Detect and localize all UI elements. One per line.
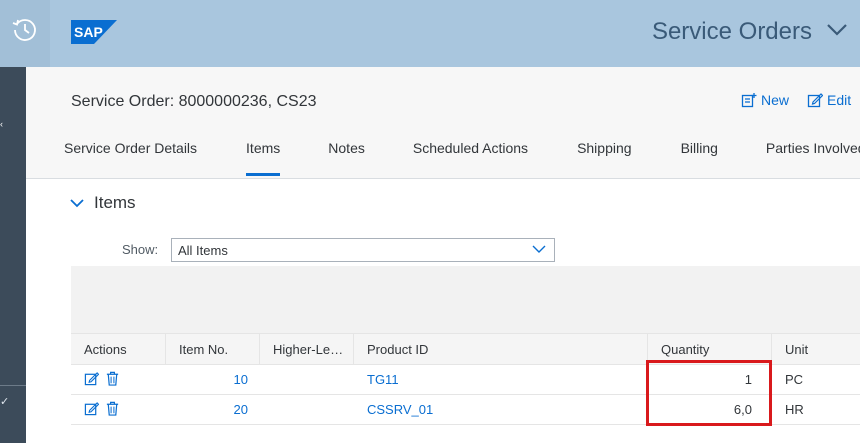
- sap-logo[interactable]: SAP: [71, 20, 117, 44]
- chevron-down-icon[interactable]: [70, 198, 84, 208]
- new-button[interactable]: New: [741, 92, 789, 108]
- delete-icon[interactable]: [105, 371, 120, 386]
- show-label: Show:: [122, 242, 159, 257]
- sap-logo-text: SAP: [74, 24, 103, 40]
- side-navigation-strip: ‹ ✓: [0, 67, 26, 443]
- items-section: Items Show: All Items Actions Item No. H…: [26, 180, 860, 443]
- nav-marker: ‹: [0, 119, 3, 129]
- chevron-down-icon[interactable]: [532, 244, 546, 254]
- chevron-down-icon[interactable]: [826, 22, 848, 38]
- column-header-product-id[interactable]: Product ID: [354, 334, 648, 365]
- edit-icon: [807, 93, 823, 108]
- show-filter-value: All Items: [178, 243, 228, 258]
- tab-scheduled-actions[interactable]: Scheduled Actions: [413, 140, 528, 170]
- expand-icon[interactable]: ✓: [0, 395, 9, 408]
- page-title: Service Order: 8000000236, CS23: [71, 93, 317, 110]
- shell-bar: SAP Service Orders: [0, 0, 860, 67]
- anchor-tab-bar: Service Order Details Items Notes Schedu…: [64, 140, 860, 176]
- higher-level-item: [273, 365, 353, 395]
- item-no[interactable]: 20: [166, 395, 248, 425]
- higher-level-item: [273, 395, 353, 425]
- quantity-value: 6,0: [733, 402, 752, 417]
- show-filter-select[interactable]: All Items: [171, 238, 555, 262]
- create-icon: [741, 93, 757, 108]
- edit-icon[interactable]: [84, 371, 99, 386]
- tab-service-order-details[interactable]: Service Order Details: [64, 140, 197, 170]
- items-table: Actions Item No. Higher-Le… Product ID Q…: [71, 333, 860, 425]
- table-toolbar: [71, 266, 860, 334]
- column-header-unit[interactable]: Unit: [772, 334, 860, 365]
- item-no[interactable]: 10: [166, 365, 248, 395]
- history-button[interactable]: [0, 0, 50, 67]
- edit-icon[interactable]: [84, 401, 99, 416]
- tab-billing[interactable]: Billing: [681, 140, 718, 170]
- app-title[interactable]: Service Orders: [652, 18, 812, 46]
- column-header-higher-level[interactable]: Higher-Le…: [260, 334, 354, 365]
- row-actions: [84, 401, 120, 416]
- divider: [0, 385, 26, 386]
- tab-notes[interactable]: Notes: [328, 140, 365, 170]
- object-header: Service Order: 8000000236, CS23 New Edit…: [26, 67, 860, 179]
- delete-icon[interactable]: [105, 401, 120, 416]
- table-row[interactable]: 20 CSSRV_01 6,0 HR: [71, 395, 860, 425]
- edit-button-label: Edit: [827, 92, 852, 108]
- unit-value: PC: [785, 372, 804, 387]
- edit-button[interactable]: Edit: [807, 92, 851, 108]
- unit-value: HR: [785, 402, 804, 417]
- column-header-item-no[interactable]: Item No.: [166, 334, 260, 365]
- tab-shipping[interactable]: Shipping: [577, 140, 632, 170]
- table-row[interactable]: 10 TG11 1 PC: [71, 365, 860, 395]
- column-header-quantity[interactable]: Quantity: [648, 334, 772, 365]
- product-id-link[interactable]: TG11: [367, 365, 647, 395]
- new-button-label: New: [761, 92, 790, 108]
- section-title: Items: [94, 193, 136, 212]
- history-icon: [12, 19, 36, 41]
- table-header: Actions Item No. Higher-Le… Product ID Q…: [71, 333, 860, 365]
- quantity-value: 1: [744, 372, 752, 387]
- column-header-actions[interactable]: Actions: [71, 334, 166, 365]
- product-id-link[interactable]: CSSRV_01: [367, 395, 647, 425]
- tab-parties-involved[interactable]: Parties Involved: [766, 140, 860, 170]
- tab-items[interactable]: Items: [246, 140, 281, 176]
- row-actions: [84, 371, 120, 386]
- section-header[interactable]: Items: [70, 193, 136, 213]
